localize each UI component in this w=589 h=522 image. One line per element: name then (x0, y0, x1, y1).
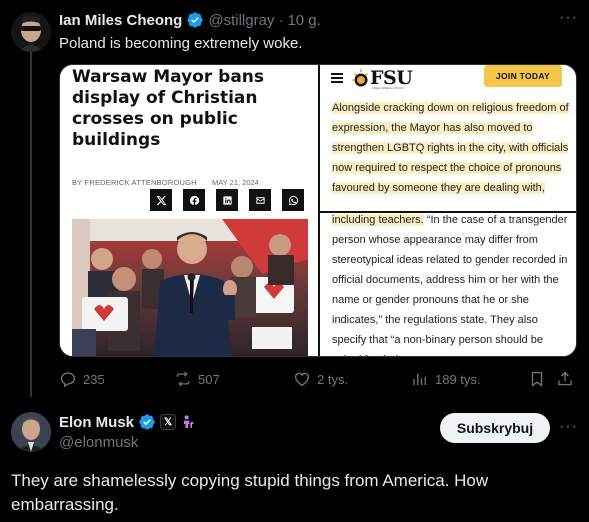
view-count: 189 tys. (435, 371, 481, 387)
bookmark-icon (531, 371, 543, 387)
menu-icon (331, 73, 343, 83)
post-actions: 235 507 2 tys. 189 tys. (59, 370, 577, 390)
post-media[interactable]: Warsaw Mayor bans display of Christian c… (59, 64, 577, 357)
share-buttons (150, 189, 304, 211)
verified-badge-icon (187, 12, 204, 28)
author-name[interactable]: Ian Miles Cheong (59, 12, 182, 29)
more-options-icon[interactable]: ··· (559, 418, 578, 436)
like-button[interactable]: 2 tys. (293, 370, 348, 388)
thread-line (30, 52, 32, 397)
post-text: Poland is becoming extremely woke. (59, 35, 303, 52)
like-count: 2 tys. (317, 371, 349, 387)
reply-button[interactable]: 235 (59, 370, 105, 388)
author-handle[interactable]: @elonmusk (59, 434, 138, 451)
fsu-paragraph-2: including teachers. “In the case of a tr… (332, 214, 568, 356)
views-button[interactable]: 189 tys. (411, 370, 481, 388)
repost-button[interactable]: 507 (174, 370, 220, 388)
verified-badge-icon (139, 414, 155, 430)
fsu-logo-sub: FREE SPEECH UNION (372, 86, 404, 90)
article-title: Warsaw Mayor bans display of Christian c… (72, 67, 265, 150)
article-date: MAY 21, 2024 (212, 178, 259, 187)
fsu-logo-icon (352, 69, 369, 87)
fsu-header: FSU FREE SPEECH UNION JOIN TODAY (320, 65, 576, 93)
reply-count: 235 (83, 371, 105, 387)
timestamp[interactable]: 10 g. (287, 12, 320, 29)
article-byline: BY FREDERICK ATTENBOROUGH (72, 178, 197, 187)
linkedin-icon (216, 189, 238, 211)
more-options-icon[interactable]: ··· (559, 9, 578, 27)
post2-header: Elon Musk 𝕏 (59, 413, 196, 431)
reply-text: They are shamelessly copying stupid thin… (11, 471, 489, 514)
fsu-paragraph-1: Alongside cracking down on religious fre… (332, 102, 569, 194)
fsu-screenshot: FSU FREE SPEECH UNION JOIN TODAY Alongsi… (320, 65, 576, 356)
heart-icon (294, 372, 310, 387)
post1-header: Ian Miles Cheong @stillgray · 10 g. (59, 11, 321, 29)
author-name[interactable]: Elon Musk (59, 414, 134, 431)
person-accessibility-icon (184, 415, 195, 428)
reply-icon (60, 372, 76, 388)
email-icon (249, 189, 271, 211)
avatar[interactable] (11, 12, 51, 52)
author-handle[interactable]: @stillgray (208, 12, 274, 29)
facebook-icon (183, 189, 205, 211)
views-icon (413, 373, 426, 385)
share-button[interactable] (556, 370, 574, 388)
share-icon (558, 371, 572, 386)
article-screenshot: Warsaw Mayor bans display of Christian c… (60, 65, 318, 356)
repost-icon (176, 371, 190, 387)
repost-count: 507 (198, 371, 220, 387)
x-icon (150, 189, 172, 211)
join-today-button: JOIN TODAY (484, 65, 562, 87)
x-affiliate-badge[interactable]: 𝕏 (160, 414, 177, 430)
whatsapp-icon (282, 189, 304, 211)
article-photo (72, 219, 308, 356)
separator: · (278, 11, 284, 29)
avatar[interactable] (11, 412, 51, 452)
subscribe-button[interactable]: Subskrybuj (440, 413, 550, 443)
bookmark-button[interactable] (528, 370, 546, 388)
